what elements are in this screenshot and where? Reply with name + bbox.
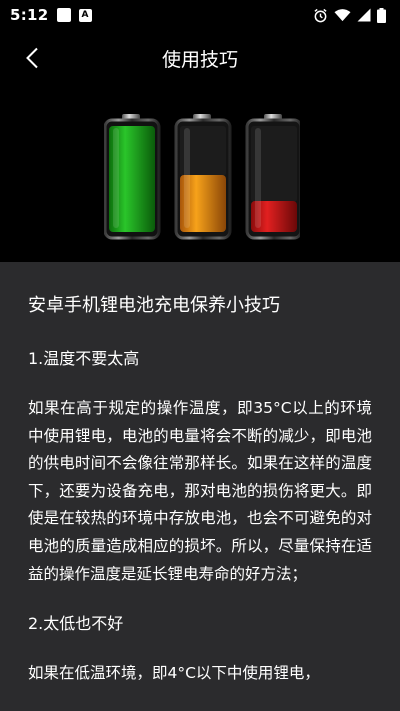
section-heading-1: 1.温度不要太高 bbox=[28, 349, 140, 368]
article-title: 安卓手机锂电池充电保养小技巧 bbox=[28, 295, 280, 316]
battery-half bbox=[174, 114, 232, 240]
app-header: 使用技巧 bbox=[0, 30, 400, 86]
article-content: 安卓手机锂电池充电保养小技巧 1.温度不要太高 如果在高于规定的操作温度，即35… bbox=[0, 262, 400, 711]
status-left: 5:12 A bbox=[10, 6, 92, 24]
status-right bbox=[313, 7, 386, 23]
section-heading-2: 2.太低也不好 bbox=[28, 614, 124, 634]
chevron-left-icon bbox=[26, 47, 38, 69]
square-notification-icon bbox=[56, 8, 71, 22]
status-bar: 5:12 A bbox=[0, 0, 400, 30]
status-time: 5:12 bbox=[10, 6, 49, 24]
battery-full bbox=[104, 114, 161, 240]
three-batteries-image bbox=[104, 114, 300, 240]
page-title: 使用技巧 bbox=[161, 48, 238, 71]
battery-icon bbox=[377, 7, 386, 23]
section-paragraph-2: 如果在低温环境，即4°C以下中使用锂电， bbox=[28, 664, 320, 683]
back-button[interactable] bbox=[18, 44, 46, 72]
section-paragraph-1: 如果在高于规定的操作温度，即35°C以上的环境中使用锂电，电池的电量将会不断的减… bbox=[28, 399, 372, 583]
signal-icon bbox=[357, 8, 371, 22]
wifi-icon bbox=[334, 9, 351, 22]
a-notification-icon: A bbox=[78, 8, 92, 22]
alarm-icon bbox=[314, 8, 327, 22]
battery-banner bbox=[0, 86, 400, 262]
battery-low bbox=[245, 114, 300, 240]
